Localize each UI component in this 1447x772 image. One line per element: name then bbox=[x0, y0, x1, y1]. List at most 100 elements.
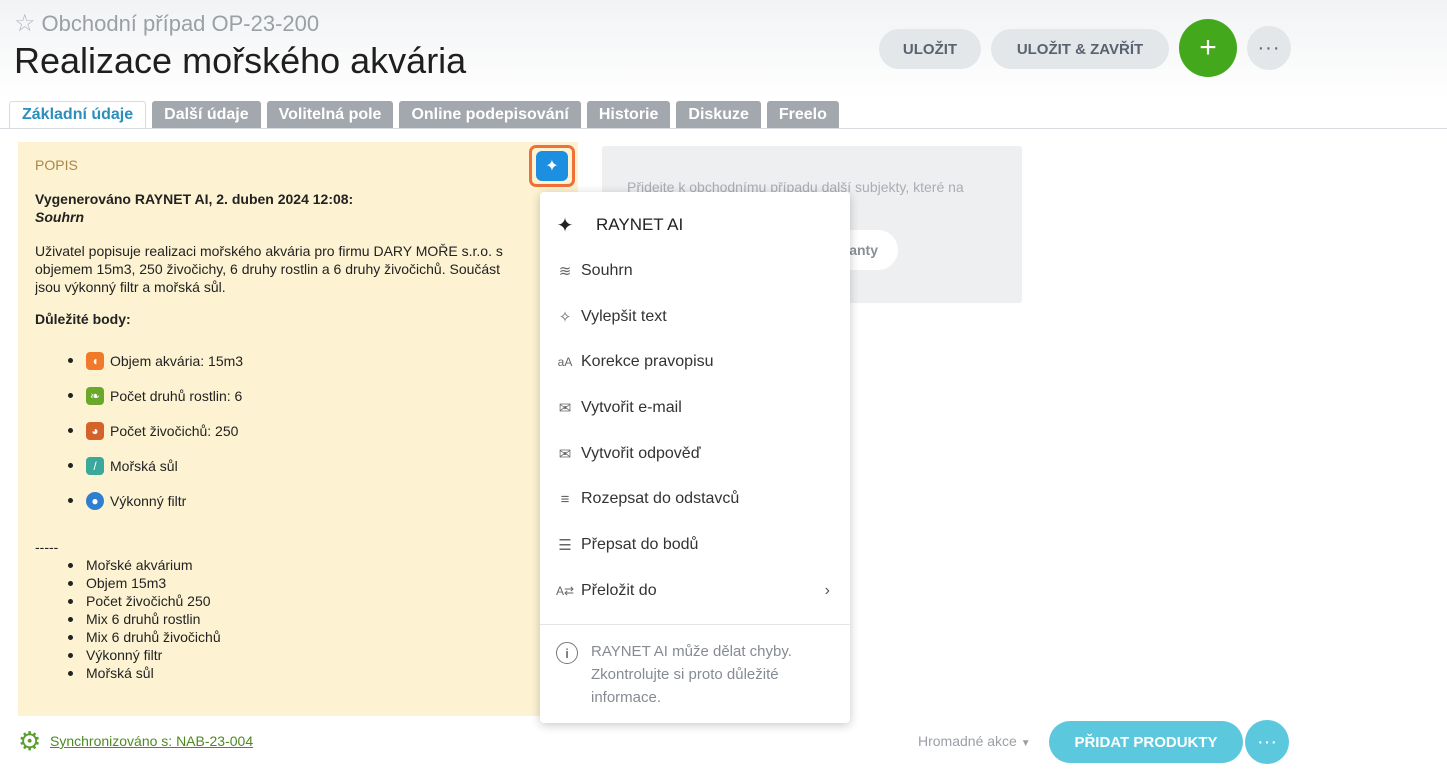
list-item-text: Výkonný filtr bbox=[110, 492, 187, 509]
menu-item-label: Vytvořit odpověď bbox=[581, 445, 701, 462]
list-item-text: Počet druhů rostlin: 6 bbox=[110, 387, 243, 404]
info-icon: i bbox=[556, 642, 578, 664]
tab-online-signing[interactable]: Online podepisování bbox=[399, 101, 581, 128]
generated-info: Vygenerováno RAYNET AI, 2. duben 2024 12… bbox=[35, 191, 354, 207]
list-item: Mořské akvárium bbox=[68, 556, 221, 574]
menu-item-label: Přepsat do bodů bbox=[581, 536, 699, 553]
gear-icon: ⚙ bbox=[18, 726, 42, 756]
add-products-button[interactable]: PŘIDAT PRODUKTY bbox=[1049, 721, 1243, 763]
list-item-text: Počet živočichů 250 bbox=[86, 593, 211, 609]
list-item-text: Mix 6 druhů rostlin bbox=[86, 611, 201, 627]
list-item: Mix 6 druhů rostlin bbox=[68, 610, 221, 628]
add-button[interactable]: + bbox=[1179, 19, 1237, 77]
tab-optional-fields[interactable]: Volitelná pole bbox=[266, 101, 394, 128]
description-label: POPIS bbox=[35, 157, 78, 173]
menu-item-spellcheck[interactable]: aA Korekce pravopisu bbox=[540, 342, 850, 382]
summary-heading: Souhrn bbox=[35, 209, 84, 225]
menu-divider bbox=[540, 624, 850, 625]
menu-item-create-email[interactable]: ✉ Vytvořit e-mail bbox=[540, 388, 850, 428]
page-header: ☆ Obchodní případ OP-23-200 Realizace mo… bbox=[0, 0, 1447, 100]
ai-disclaimer: RAYNET AI může dělat chyby. Zkontrolujte… bbox=[591, 643, 792, 706]
list-item-text: Mix 6 druhů živočichů bbox=[86, 629, 221, 645]
leaf-icon: ❧ bbox=[86, 386, 104, 405]
save-close-button[interactable]: ULOŽIT & ZAVŘÍT bbox=[991, 29, 1169, 69]
filter-icon: ● bbox=[86, 491, 104, 510]
menu-item-label: Přeložit do bbox=[581, 582, 657, 599]
list-item: ◕ Počet živočichů: 250 bbox=[68, 413, 243, 448]
fish-icon: ◖ bbox=[86, 351, 104, 370]
tab-bar: Základní údaje Další údaje Volitelná pol… bbox=[9, 101, 839, 128]
raynet-ai-icon: ✦ bbox=[556, 214, 574, 237]
list-item: ◖ Objem akvária: 15m3 bbox=[68, 343, 243, 378]
paragraph-line: objemem 15m3, 250 živočichy, 6 druhy ros… bbox=[35, 261, 501, 277]
tab-freelo[interactable]: Freelo bbox=[766, 101, 839, 128]
menu-item-bullets[interactable]: ☰ Přepsat do bodů bbox=[540, 525, 850, 565]
spellcheck-icon: aA bbox=[557, 355, 573, 369]
ai-menu-title-text: RAYNET AI bbox=[596, 215, 684, 234]
important-heading: Důležité body: bbox=[35, 311, 131, 327]
list-item: Výkonný filtr bbox=[68, 646, 221, 664]
summary-icon: ≋ bbox=[558, 263, 572, 280]
ai-menu-title: ✦ RAYNET AI bbox=[540, 205, 850, 245]
ai-whale-icon: ✦ bbox=[536, 151, 568, 181]
list-item: ❧ Počet druhů rostlin: 6 bbox=[68, 378, 243, 413]
sync-link[interactable]: Synchronizováno s: NAB-23-004 bbox=[50, 733, 253, 749]
list-item: Mix 6 druhů živočichů bbox=[68, 628, 221, 646]
list-item: Mořská sůl bbox=[68, 664, 221, 682]
menu-item-translate[interactable]: A⇄ Přeložit do › bbox=[540, 571, 850, 611]
list-item-text: Objem 15m3 bbox=[86, 575, 167, 591]
chevron-right-icon: › bbox=[824, 582, 830, 599]
summary-paragraph: Uživatel popisuje realizaci mořského akv… bbox=[35, 242, 555, 296]
important-list: ◖ Objem akvária: 15m3 ❧ Počet druhů rostli… bbox=[68, 343, 243, 518]
tab-divider bbox=[0, 128, 1447, 129]
bulk-actions-dropdown[interactable]: Hromadné akce ▼ bbox=[918, 733, 1031, 749]
sparkle-icon: ✧ bbox=[558, 309, 572, 326]
subtitle-text: Obchodní případ OP-23-200 bbox=[41, 10, 320, 36]
description-panel[interactable]: POPIS ✦ Vygenerováno RAYNET AI, 2. duben… bbox=[18, 142, 578, 716]
list-item: ● Výkonný filtr bbox=[68, 483, 243, 518]
tab-history[interactable]: Historie bbox=[586, 101, 671, 128]
menu-item-summary[interactable]: ≋ Souhrn bbox=[540, 251, 850, 291]
chevron-down-icon: ▼ bbox=[1020, 738, 1031, 749]
menu-item-label: Vytvořit e-mail bbox=[581, 399, 682, 416]
mail-icon: ✉ bbox=[558, 400, 572, 417]
menu-item-label: Vylepšit text bbox=[581, 308, 667, 325]
list-item-text: Počet živočichů: 250 bbox=[110, 422, 239, 439]
test-tube-icon: / bbox=[86, 456, 104, 475]
separator-text: ----- bbox=[35, 539, 59, 555]
list-item-text: Mořská sůl bbox=[110, 457, 178, 474]
summary-list: Mořské akvárium Objem 15m3 Počet živočic… bbox=[68, 556, 221, 682]
tab-basic-info[interactable]: Základní údaje bbox=[9, 101, 147, 128]
paragraph-line: Uživatel popisuje realizaci mořského akv… bbox=[35, 243, 503, 259]
page-title: Realizace mořského akvária bbox=[14, 40, 467, 81]
list-item: / Mořská sůl bbox=[68, 448, 243, 483]
translate-icon: A⇄ bbox=[555, 584, 575, 598]
menu-item-create-reply[interactable]: ✉ Vytvořit odpověď bbox=[540, 434, 850, 474]
save-button[interactable]: ULOŽIT bbox=[879, 29, 981, 69]
sync-info: ⚙ Synchronizováno s: NAB-23-004 bbox=[18, 728, 253, 754]
list-item-text: Mořská sůl bbox=[86, 665, 154, 681]
list-item-text: Výkonný filtr bbox=[86, 647, 163, 663]
shell-icon: ◕ bbox=[86, 421, 104, 440]
menu-item-label: Korekce pravopisu bbox=[581, 353, 714, 370]
more-actions-button[interactable]: ··· bbox=[1247, 26, 1291, 70]
tab-more-info[interactable]: Další údaje bbox=[152, 101, 261, 128]
menu-item-label: Rozepsat do odstavců bbox=[581, 490, 740, 507]
menu-item-paragraphs[interactable]: ≡ Rozepsat do odstavců bbox=[540, 479, 850, 519]
reply-mail-icon: ✉ bbox=[558, 446, 572, 463]
more-products-button[interactable]: ··· bbox=[1245, 720, 1289, 764]
list-item-text: Mořské akvárium bbox=[86, 557, 193, 573]
record-subtitle: ☆ Obchodní případ OP-23-200 bbox=[14, 9, 319, 38]
star-icon[interactable]: ☆ bbox=[14, 9, 36, 38]
ai-menu: ✦ RAYNET AI ≋ Souhrn ✧ Vylepšit text aA … bbox=[540, 192, 850, 723]
paragraph-icon: ≡ bbox=[560, 490, 570, 508]
list-icon: ☰ bbox=[558, 537, 572, 554]
menu-item-label: Souhrn bbox=[581, 262, 633, 279]
paragraph-line: jsou výkonný filtr a mořská sůl. bbox=[35, 279, 226, 295]
raynet-ai-button[interactable]: ✦ bbox=[529, 145, 575, 187]
tab-discussion[interactable]: Diskuze bbox=[676, 101, 761, 128]
list-item: Objem 15m3 bbox=[68, 574, 221, 592]
bulk-actions-label: Hromadné akce bbox=[918, 733, 1017, 749]
list-item-text: Objem akvária: 15m3 bbox=[110, 352, 244, 369]
menu-item-improve-text[interactable]: ✧ Vylepšit text bbox=[540, 297, 850, 337]
